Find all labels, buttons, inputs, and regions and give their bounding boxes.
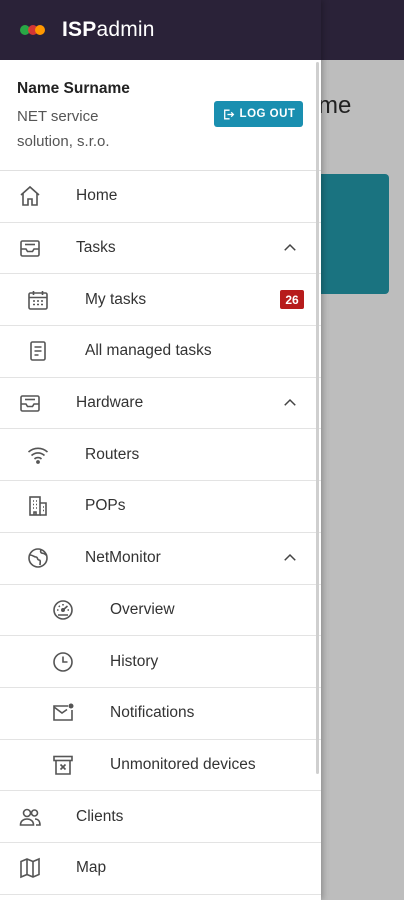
menu-item-my-tasks[interactable]: My tasks 26 <box>0 274 321 327</box>
menu-item-unmonitored-devices[interactable]: Unmonitored devices <box>0 740 321 792</box>
menu-item-map[interactable]: Map <box>0 843 321 895</box>
menu-label: NetMonitor <box>85 549 161 567</box>
user-name: Name Surname <box>17 80 130 97</box>
clock-icon <box>50 649 76 675</box>
task-count-badge: 26 <box>280 290 304 310</box>
menu-label: POPs <box>85 497 126 515</box>
company-name: NET service solution, s.r.o. <box>17 108 110 150</box>
user-info: Name Surname NET service solution, s.r.o… <box>0 60 321 171</box>
brand-name: ISPadmin <box>62 18 155 41</box>
menu-label: All managed tasks <box>85 342 212 360</box>
menu-label: Routers <box>85 445 140 463</box>
menu-item-home[interactable]: Home <box>0 171 321 223</box>
drawer-scrollbar[interactable] <box>316 62 319 774</box>
users-icon <box>17 804 43 830</box>
chevron-up-icon[interactable] <box>279 392 301 414</box>
menu-label: History <box>110 652 159 670</box>
document-icon <box>25 338 51 364</box>
menu-label: Home <box>76 187 118 205</box>
navigation-drawer: ISPadmin Name Surname NET service soluti… <box>0 0 321 900</box>
menu-item-pops[interactable]: POPs <box>0 481 321 533</box>
logout-button[interactable]: LOG OUT <box>214 101 303 127</box>
menu-label: Map <box>76 859 107 877</box>
home-icon <box>17 183 43 209</box>
wifi-icon <box>25 442 51 468</box>
menu-item-tasks[interactable]: Tasks <box>0 223 321 275</box>
background-page-title: me <box>318 92 352 119</box>
logout-icon <box>222 108 235 121</box>
menu-item-hardware[interactable]: Hardware <box>0 378 321 430</box>
menu-label: Clients <box>76 807 124 825</box>
drawer-header: ISPadmin <box>0 0 321 60</box>
globe-icon <box>25 545 51 571</box>
menu-label: Hardware <box>76 394 144 412</box>
inbox-icon <box>17 235 43 261</box>
menu-item-routers[interactable]: Routers <box>0 429 321 482</box>
menu-label: Overview <box>110 600 175 618</box>
menu-label: Unmonitored devices <box>110 755 256 773</box>
mail-notification-icon <box>50 700 76 726</box>
chevron-up-icon[interactable] <box>279 237 301 259</box>
logout-label: LOG OUT <box>239 108 296 120</box>
calendar-icon <box>25 287 51 313</box>
menu-item-notifications[interactable]: Notifications <box>0 688 321 740</box>
menu-item-clients[interactable]: Clients <box>0 791 321 843</box>
chevron-up-icon[interactable] <box>279 547 301 569</box>
menu-item-all-managed-tasks[interactable]: All managed tasks <box>0 326 321 378</box>
main-menu: Home Tasks My tasks 26 All managed tasks <box>0 171 321 895</box>
speedometer-icon <box>50 597 76 623</box>
logo-mark-icon <box>20 22 48 38</box>
building-icon <box>25 493 51 519</box>
archive-x-icon <box>50 752 76 778</box>
inbox-icon <box>17 390 43 416</box>
menu-item-history[interactable]: History <box>0 636 321 688</box>
menu-item-overview[interactable]: Overview <box>0 585 321 637</box>
app-logo: ISPadmin <box>20 18 155 42</box>
menu-label: Notifications <box>110 704 195 722</box>
menu-item-netmonitor[interactable]: NetMonitor <box>0 533 321 585</box>
map-icon <box>17 855 43 881</box>
menu-label: My tasks <box>85 290 147 308</box>
menu-label: Tasks <box>76 239 116 257</box>
